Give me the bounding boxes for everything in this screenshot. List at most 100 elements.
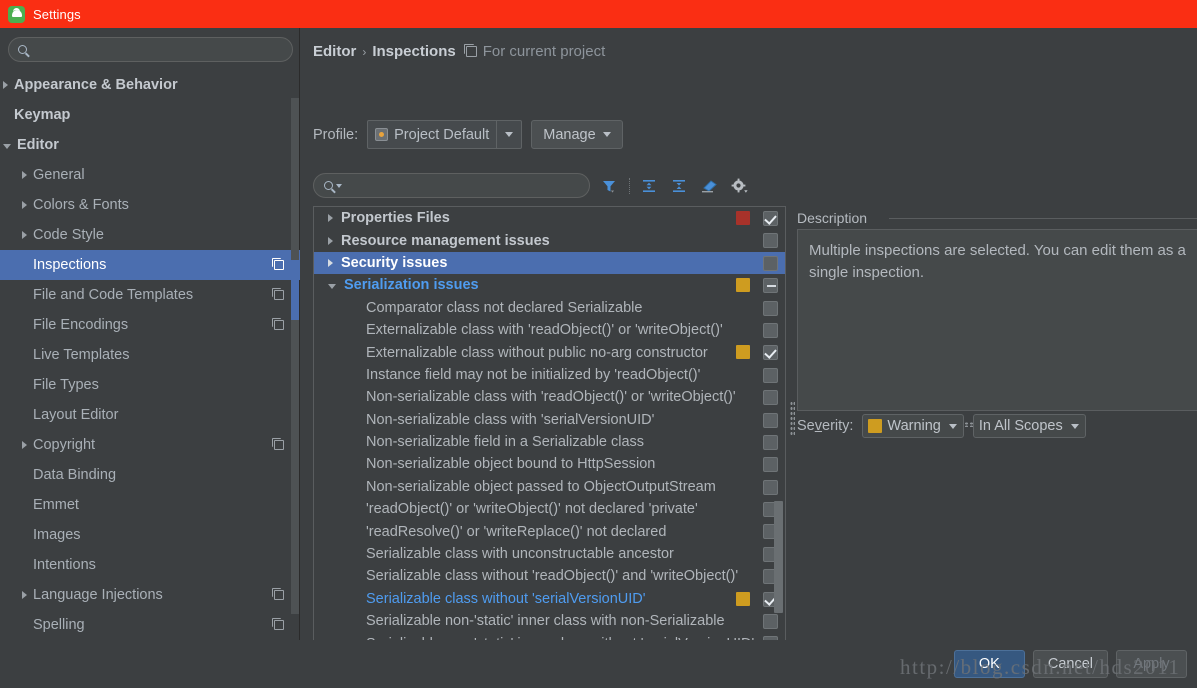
sidebar-scrollbar-track[interactable] — [291, 98, 299, 614]
chevron-right-icon[interactable] — [22, 441, 27, 449]
inspections-toolbar — [313, 173, 750, 198]
sidebar-item-keymap[interactable]: Keymap — [0, 100, 300, 130]
scope-combobox[interactable]: In All Scopes — [972, 414, 1086, 438]
inspection-checkbox[interactable] — [763, 233, 778, 249]
sidebar-item-appearance-behavior[interactable]: Appearance & Behavior — [0, 70, 300, 100]
sidebar-item-label: Appearance & Behavior — [14, 77, 178, 93]
sidebar-item-file-encodings[interactable]: File Encodings — [0, 310, 300, 340]
inspection-tree-row[interactable]: Comparator class not declared Serializab… — [314, 297, 785, 319]
apply-button[interactable]: Apply — [1116, 650, 1187, 678]
inspection-tree-scrollbar-thumb[interactable] — [774, 501, 783, 613]
reset-icon[interactable] — [698, 175, 720, 197]
profile-value-wrap[interactable]: Project Default — [368, 121, 496, 148]
inspection-tree-row[interactable]: Serializable class without 'serialVersio… — [314, 588, 785, 610]
chevron-right-icon[interactable] — [328, 236, 333, 245]
inspection-search-input[interactable] — [346, 178, 571, 193]
dialog-footer: OK Cancel Apply — [0, 640, 1197, 688]
inspection-tree-row[interactable]: Non-serializable class with 'serialVersi… — [314, 409, 785, 431]
inspection-checkbox[interactable] — [763, 322, 778, 338]
inspection-tree-row[interactable]: Externalizable class with 'readObject()'… — [314, 319, 785, 341]
inspection-tree-row[interactable]: Non-serializable object passed to Object… — [314, 476, 785, 498]
sidebar-item-images[interactable]: Images — [0, 520, 300, 550]
inspection-checkbox[interactable] — [763, 614, 778, 630]
chevron-right-icon[interactable] — [22, 171, 27, 179]
inspection-tree-row[interactable]: Resource management issues — [314, 229, 785, 251]
sidebar-search-input[interactable] — [33, 42, 273, 57]
inspection-checkbox[interactable] — [763, 457, 778, 473]
ok-button[interactable]: OK — [953, 650, 1025, 678]
collapse-all-icon[interactable] — [668, 175, 690, 197]
sidebar-item-colors-fonts[interactable]: Colors & Fonts — [0, 190, 300, 220]
sidebar-item-label: Emmet — [33, 497, 79, 513]
sidebar-item-layout-editor[interactable]: Layout Editor — [0, 400, 300, 430]
chevron-right-icon[interactable] — [22, 231, 27, 239]
profile-dropdown-arrow[interactable] — [496, 121, 521, 148]
sidebar-item-general[interactable]: General — [0, 160, 300, 190]
inspection-checkbox[interactable] — [763, 211, 778, 226]
inspection-tree-row[interactable]: Serialization issues — [314, 274, 785, 296]
chevron-right-icon[interactable] — [22, 201, 27, 209]
manage-button[interactable]: Manage — [531, 120, 623, 149]
chevron-down-icon[interactable] — [3, 143, 11, 149]
inspection-tree-row[interactable]: Properties Files — [314, 207, 785, 229]
project-scope-icon — [272, 588, 284, 600]
inspection-checkbox[interactable] — [763, 434, 778, 450]
chevron-right-icon[interactable] — [3, 81, 8, 89]
severity-label: Severity: — [797, 418, 854, 434]
cancel-button[interactable]: Cancel — [1032, 650, 1108, 678]
inspection-tree-row[interactable]: Externalizable class without public no-a… — [314, 341, 785, 363]
filter-icon[interactable] — [598, 175, 620, 197]
breadcrumb-leaf: Inspections — [372, 43, 456, 60]
inspection-checkbox[interactable] — [763, 479, 778, 495]
sidebar-item-file-types[interactable]: File Types — [0, 370, 300, 400]
inspection-tree-row[interactable]: Serializable non-'static' inner class wi… — [314, 610, 785, 632]
sidebar-item-language-injections[interactable]: Language Injections — [0, 580, 300, 610]
chevron-right-icon[interactable] — [328, 214, 333, 223]
severity-combobox[interactable]: Warning — [862, 414, 964, 438]
sidebar-item-inspections[interactable]: Inspections — [0, 250, 300, 280]
chevron-right-icon[interactable] — [328, 258, 333, 267]
inspection-tree-row[interactable]: Serializable class with unconstructable … — [314, 543, 785, 565]
sidebar-item-data-binding[interactable]: Data Binding — [0, 460, 300, 490]
sidebar-item-editor[interactable]: Editor — [0, 130, 300, 160]
inspection-tree-row[interactable]: Instance field may not be initialized by… — [314, 364, 785, 386]
profile-combobox[interactable]: Project Default — [367, 120, 523, 149]
inspection-tree-row[interactable]: Non-serializable class with 'readObject(… — [314, 386, 785, 408]
inspection-tree[interactable]: Properties Files Resource management issu… — [313, 206, 786, 656]
sidebar-item-spelling[interactable]: Spelling — [0, 610, 300, 640]
inspection-tree-row[interactable]: 'readResolve()' or 'writeReplace()' not … — [314, 520, 785, 542]
inspection-checkbox[interactable] — [763, 300, 778, 316]
breadcrumb-root[interactable]: Editor — [313, 43, 356, 60]
sidebar-item-intentions[interactable]: Intentions — [0, 550, 300, 580]
expand-all-icon[interactable] — [638, 175, 660, 197]
inspection-tree-row[interactable]: Security issues — [314, 251, 785, 275]
gear-icon[interactable] — [728, 175, 750, 197]
inspection-checkbox[interactable] — [763, 278, 778, 294]
sidebar-item-live-templates[interactable]: Live Templates — [0, 340, 300, 370]
sidebar-item-code-style[interactable]: Code Style — [0, 220, 300, 250]
sidebar-item-copyright[interactable]: Copyright — [0, 430, 300, 460]
inspection-checkbox[interactable] — [763, 390, 778, 406]
inspection-checkbox[interactable] — [763, 345, 778, 361]
vertical-splitter[interactable] — [789, 206, 797, 656]
sidebar-item-emmet[interactable]: Emmet — [0, 490, 300, 520]
chevron-right-icon[interactable] — [22, 591, 27, 599]
settings-category-tree[interactable]: Appearance & Behavior Keymap Editor General… — [0, 70, 300, 640]
inspection-tree-row[interactable]: Non-serializable field in a Serializable… — [314, 431, 785, 453]
chevron-down-icon[interactable] — [328, 283, 336, 289]
inspection-checkbox[interactable] — [763, 367, 778, 383]
severity-color-swatch — [868, 419, 883, 433]
inspection-checkbox[interactable] — [763, 412, 778, 428]
sidebar-item-label: Data Binding — [33, 467, 117, 483]
sidebar-item-label: Spelling — [33, 617, 85, 633]
sidebar-scrollbar-thumb[interactable] — [291, 260, 299, 320]
inspection-checkbox[interactable] — [763, 255, 778, 271]
search-options-chevron-icon[interactable] — [336, 183, 342, 188]
inspection-tree-row[interactable]: Serializable class without 'readObject()… — [314, 565, 785, 587]
sidebar-search-field[interactable] — [8, 37, 293, 62]
inspection-search-field[interactable] — [313, 173, 590, 198]
sidebar-item-file-and-code-templates[interactable]: File and Code Templates — [0, 280, 300, 310]
inspection-tree-row[interactable]: Non-serializable object bound to HttpSes… — [314, 453, 785, 475]
inspection-tree-row[interactable]: 'readObject()' or 'writeObject()' not de… — [314, 498, 785, 520]
sidebar-item-label: Copyright — [33, 437, 96, 453]
